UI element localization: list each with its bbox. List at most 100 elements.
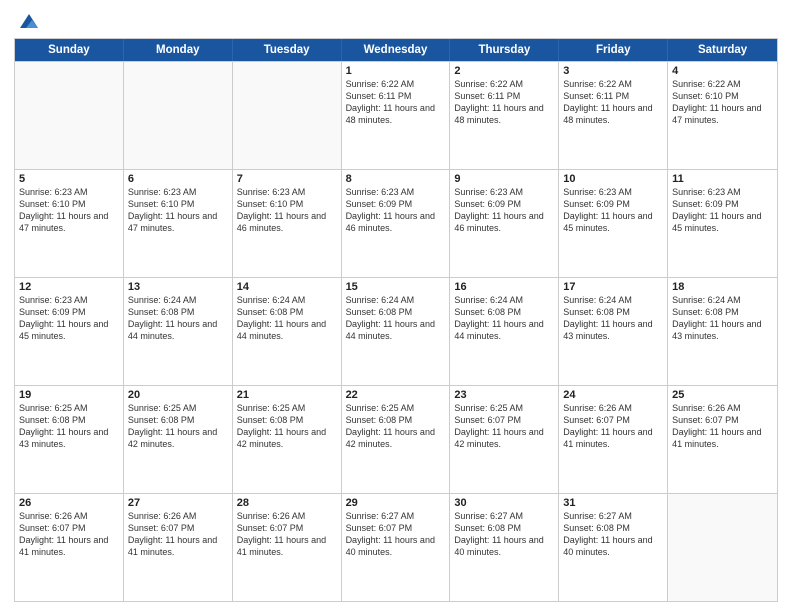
calendar-cell: 13Sunrise: 6:24 AM Sunset: 6:08 PM Dayli… [124, 278, 233, 385]
calendar-week: 12Sunrise: 6:23 AM Sunset: 6:09 PM Dayli… [15, 277, 777, 385]
cell-info: Sunrise: 6:24 AM Sunset: 6:08 PM Dayligh… [128, 294, 228, 343]
calendar-cell: 10Sunrise: 6:23 AM Sunset: 6:09 PM Dayli… [559, 170, 668, 277]
calendar-cell [124, 62, 233, 169]
calendar-cell: 23Sunrise: 6:25 AM Sunset: 6:07 PM Dayli… [450, 386, 559, 493]
cell-info: Sunrise: 6:25 AM Sunset: 6:08 PM Dayligh… [346, 402, 446, 451]
cell-info: Sunrise: 6:22 AM Sunset: 6:11 PM Dayligh… [563, 78, 663, 127]
calendar-cell: 18Sunrise: 6:24 AM Sunset: 6:08 PM Dayli… [668, 278, 777, 385]
day-number: 17 [563, 281, 663, 293]
calendar-header-cell: Sunday [15, 39, 124, 61]
calendar-header-cell: Tuesday [233, 39, 342, 61]
cell-info: Sunrise: 6:25 AM Sunset: 6:08 PM Dayligh… [237, 402, 337, 451]
calendar-cell: 16Sunrise: 6:24 AM Sunset: 6:08 PM Dayli… [450, 278, 559, 385]
calendar-body: 1Sunrise: 6:22 AM Sunset: 6:11 PM Daylig… [15, 61, 777, 601]
calendar-header-cell: Wednesday [342, 39, 451, 61]
calendar-cell: 7Sunrise: 6:23 AM Sunset: 6:10 PM Daylig… [233, 170, 342, 277]
calendar-cell: 17Sunrise: 6:24 AM Sunset: 6:08 PM Dayli… [559, 278, 668, 385]
cell-info: Sunrise: 6:23 AM Sunset: 6:09 PM Dayligh… [563, 186, 663, 235]
day-number: 28 [237, 497, 337, 509]
day-number: 11 [672, 173, 773, 185]
day-number: 3 [563, 65, 663, 77]
calendar-header-cell: Thursday [450, 39, 559, 61]
day-number: 6 [128, 173, 228, 185]
cell-info: Sunrise: 6:23 AM Sunset: 6:09 PM Dayligh… [672, 186, 773, 235]
day-number: 1 [346, 65, 446, 77]
cell-info: Sunrise: 6:22 AM Sunset: 6:11 PM Dayligh… [346, 78, 446, 127]
day-number: 5 [19, 173, 119, 185]
day-number: 24 [563, 389, 663, 401]
calendar-cell: 19Sunrise: 6:25 AM Sunset: 6:08 PM Dayli… [15, 386, 124, 493]
calendar-cell [668, 494, 777, 601]
calendar-cell: 21Sunrise: 6:25 AM Sunset: 6:08 PM Dayli… [233, 386, 342, 493]
cell-info: Sunrise: 6:26 AM Sunset: 6:07 PM Dayligh… [128, 510, 228, 559]
cell-info: Sunrise: 6:23 AM Sunset: 6:10 PM Dayligh… [19, 186, 119, 235]
day-number: 18 [672, 281, 773, 293]
day-number: 8 [346, 173, 446, 185]
day-number: 21 [237, 389, 337, 401]
calendar-week: 26Sunrise: 6:26 AM Sunset: 6:07 PM Dayli… [15, 493, 777, 601]
calendar-cell [15, 62, 124, 169]
calendar-cell: 31Sunrise: 6:27 AM Sunset: 6:08 PM Dayli… [559, 494, 668, 601]
calendar-cell: 9Sunrise: 6:23 AM Sunset: 6:09 PM Daylig… [450, 170, 559, 277]
calendar-cell: 4Sunrise: 6:22 AM Sunset: 6:10 PM Daylig… [668, 62, 777, 169]
day-number: 30 [454, 497, 554, 509]
cell-info: Sunrise: 6:23 AM Sunset: 6:10 PM Dayligh… [128, 186, 228, 235]
day-number: 31 [563, 497, 663, 509]
calendar-cell: 25Sunrise: 6:26 AM Sunset: 6:07 PM Dayli… [668, 386, 777, 493]
day-number: 16 [454, 281, 554, 293]
calendar-header-cell: Saturday [668, 39, 777, 61]
day-number: 29 [346, 497, 446, 509]
cell-info: Sunrise: 6:25 AM Sunset: 6:08 PM Dayligh… [19, 402, 119, 451]
cell-info: Sunrise: 6:26 AM Sunset: 6:07 PM Dayligh… [237, 510, 337, 559]
cell-info: Sunrise: 6:24 AM Sunset: 6:08 PM Dayligh… [454, 294, 554, 343]
calendar-cell: 8Sunrise: 6:23 AM Sunset: 6:09 PM Daylig… [342, 170, 451, 277]
day-number: 10 [563, 173, 663, 185]
day-number: 13 [128, 281, 228, 293]
calendar-cell: 5Sunrise: 6:23 AM Sunset: 6:10 PM Daylig… [15, 170, 124, 277]
day-number: 22 [346, 389, 446, 401]
calendar-cell: 12Sunrise: 6:23 AM Sunset: 6:09 PM Dayli… [15, 278, 124, 385]
calendar-cell: 28Sunrise: 6:26 AM Sunset: 6:07 PM Dayli… [233, 494, 342, 601]
calendar-cell: 2Sunrise: 6:22 AM Sunset: 6:11 PM Daylig… [450, 62, 559, 169]
cell-info: Sunrise: 6:27 AM Sunset: 6:08 PM Dayligh… [454, 510, 554, 559]
cell-info: Sunrise: 6:24 AM Sunset: 6:08 PM Dayligh… [237, 294, 337, 343]
day-number: 19 [19, 389, 119, 401]
cell-info: Sunrise: 6:24 AM Sunset: 6:08 PM Dayligh… [672, 294, 773, 343]
calendar-cell [233, 62, 342, 169]
calendar: SundayMondayTuesdayWednesdayThursdayFrid… [14, 38, 778, 602]
calendar-cell: 3Sunrise: 6:22 AM Sunset: 6:11 PM Daylig… [559, 62, 668, 169]
calendar-week: 5Sunrise: 6:23 AM Sunset: 6:10 PM Daylig… [15, 169, 777, 277]
day-number: 15 [346, 281, 446, 293]
cell-info: Sunrise: 6:22 AM Sunset: 6:11 PM Dayligh… [454, 78, 554, 127]
day-number: 4 [672, 65, 773, 77]
cell-info: Sunrise: 6:23 AM Sunset: 6:09 PM Dayligh… [454, 186, 554, 235]
day-number: 7 [237, 173, 337, 185]
calendar-cell: 15Sunrise: 6:24 AM Sunset: 6:08 PM Dayli… [342, 278, 451, 385]
cell-info: Sunrise: 6:27 AM Sunset: 6:07 PM Dayligh… [346, 510, 446, 559]
cell-info: Sunrise: 6:25 AM Sunset: 6:08 PM Dayligh… [128, 402, 228, 451]
day-number: 2 [454, 65, 554, 77]
calendar-header-cell: Friday [559, 39, 668, 61]
cell-info: Sunrise: 6:27 AM Sunset: 6:08 PM Dayligh… [563, 510, 663, 559]
day-number: 9 [454, 173, 554, 185]
cell-info: Sunrise: 6:26 AM Sunset: 6:07 PM Dayligh… [19, 510, 119, 559]
cell-info: Sunrise: 6:23 AM Sunset: 6:09 PM Dayligh… [346, 186, 446, 235]
cell-info: Sunrise: 6:22 AM Sunset: 6:10 PM Dayligh… [672, 78, 773, 127]
calendar-week: 1Sunrise: 6:22 AM Sunset: 6:11 PM Daylig… [15, 61, 777, 169]
logo [14, 10, 40, 32]
calendar-cell: 6Sunrise: 6:23 AM Sunset: 6:10 PM Daylig… [124, 170, 233, 277]
cell-info: Sunrise: 6:24 AM Sunset: 6:08 PM Dayligh… [346, 294, 446, 343]
calendar-week: 19Sunrise: 6:25 AM Sunset: 6:08 PM Dayli… [15, 385, 777, 493]
day-number: 25 [672, 389, 773, 401]
calendar-cell: 27Sunrise: 6:26 AM Sunset: 6:07 PM Dayli… [124, 494, 233, 601]
page: SundayMondayTuesdayWednesdayThursdayFrid… [0, 0, 792, 612]
day-number: 27 [128, 497, 228, 509]
calendar-cell: 26Sunrise: 6:26 AM Sunset: 6:07 PM Dayli… [15, 494, 124, 601]
calendar-cell: 30Sunrise: 6:27 AM Sunset: 6:08 PM Dayli… [450, 494, 559, 601]
cell-info: Sunrise: 6:23 AM Sunset: 6:09 PM Dayligh… [19, 294, 119, 343]
calendar-cell: 14Sunrise: 6:24 AM Sunset: 6:08 PM Dayli… [233, 278, 342, 385]
day-number: 26 [19, 497, 119, 509]
calendar-cell: 1Sunrise: 6:22 AM Sunset: 6:11 PM Daylig… [342, 62, 451, 169]
cell-info: Sunrise: 6:26 AM Sunset: 6:07 PM Dayligh… [672, 402, 773, 451]
logo-icon [18, 10, 40, 32]
